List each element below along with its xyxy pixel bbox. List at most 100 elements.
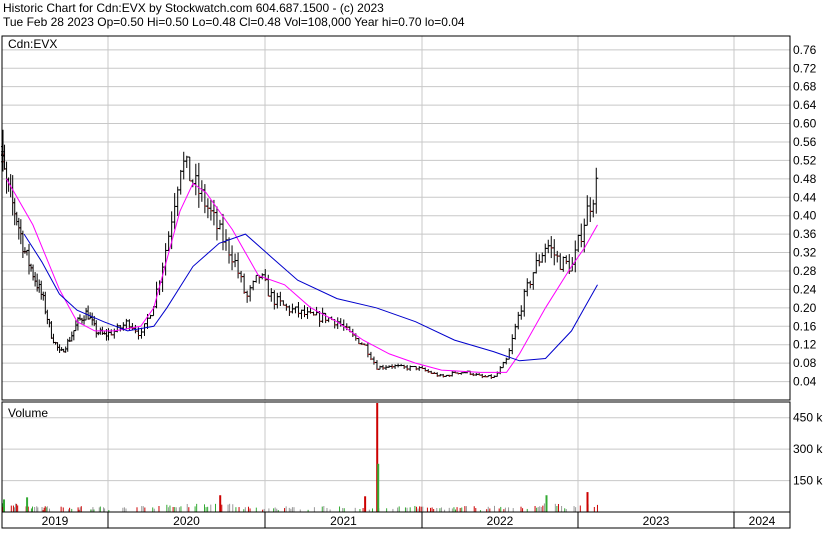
ohlc-bar: [242, 273, 247, 294]
ohlc-bar: [546, 239, 551, 254]
volume-tick-label: 450 k: [793, 411, 823, 425]
volume-bars: [2, 403, 598, 512]
ohlc-bar: [591, 199, 596, 218]
ohlc-bar: [543, 243, 548, 263]
price-tick-label: 0.76: [793, 43, 817, 57]
ohlc-bar: [4, 161, 9, 194]
ohlc-bar: [302, 305, 307, 318]
price-grid: [2, 36, 790, 400]
year-label: 2022: [487, 514, 514, 528]
ohlc-bar: [582, 218, 587, 253]
ohlc-bar: [251, 280, 256, 291]
ohlc-bar: [576, 234, 581, 253]
volume-panel-frame: [1, 401, 791, 513]
ohlc-bar: [220, 213, 225, 251]
ohlc-bar: [71, 330, 76, 341]
ohlc-bar: [77, 314, 82, 321]
ohlc-bar: [90, 312, 95, 326]
ohlc-bar: [208, 199, 213, 221]
price-tick-label: 0.32: [793, 246, 817, 260]
ohlc-bar: [534, 252, 539, 274]
ohlc-bar: [266, 274, 271, 297]
ohlc-bar: [393, 364, 398, 369]
ohlc-bar: [10, 175, 15, 216]
ohlc-bar: [106, 328, 111, 341]
year-axis-frame: [1, 511, 791, 529]
ohlc-bar: [193, 163, 198, 196]
price-tick-label: 0.64: [793, 98, 817, 112]
ohlc-bar: [35, 273, 40, 292]
ohlc-bar: [269, 288, 274, 302]
ohlc-bar: [139, 327, 144, 339]
ohlc-bar: [540, 252, 545, 263]
price-tick-label: 0.40: [793, 209, 817, 223]
volume-grid: [2, 402, 790, 512]
price-tick-label: 0.56: [793, 135, 817, 149]
ohlc-bar: [236, 252, 241, 279]
ohlc-bar: [112, 328, 117, 339]
ohlc-bar: [414, 365, 419, 371]
ohlc-bar: [45, 309, 50, 325]
moving-average-short: [5, 178, 598, 373]
chart-frames: [1, 35, 791, 529]
price-tick-label: 0.36: [793, 227, 817, 241]
ohlc-bar: [299, 309, 304, 320]
ohlc-bar: [522, 289, 527, 317]
ohlc-bar: [69, 331, 74, 342]
price-tick-label: 0.12: [793, 338, 817, 352]
ohlc-bar: [49, 321, 54, 339]
ohlc-bar: [31, 264, 36, 281]
ohlc-bar: [296, 301, 301, 318]
ohlc-bar: [14, 211, 19, 226]
price-tick-label: 0.60: [793, 117, 817, 131]
ohlc-bar: [181, 151, 186, 180]
ohlc-bar: [175, 186, 180, 216]
ohlc-bar: [594, 167, 599, 214]
year-ticks: [107, 512, 735, 528]
ohlc-bar: [33, 272, 38, 287]
ohlc-bar: [245, 290, 250, 303]
year-label: 2019: [42, 514, 69, 528]
year-label: 2020: [173, 514, 200, 528]
ohlc-bar: [196, 162, 201, 208]
ohlc-bar: [59, 347, 64, 351]
year-label: 2024: [749, 514, 776, 528]
ohlc-bar: [564, 255, 569, 265]
ohlc-bar: [142, 323, 147, 336]
price-tick-label: 0.72: [793, 61, 817, 75]
ohlc-bar: [305, 307, 310, 319]
price-tick-label: 0.52: [793, 153, 817, 167]
ohlc-bar: [230, 245, 235, 271]
ohlc-bar: [417, 366, 422, 371]
ohlc-bar: [588, 197, 593, 223]
ohlc-bar: [585, 195, 590, 226]
ohlc-bar: [39, 280, 44, 300]
ohlc-bar: [549, 236, 554, 259]
ohlc-bar: [525, 278, 530, 297]
price-tick-label: 0.04: [793, 375, 817, 389]
price-axis-labels: 0.76 0.72 0.68 0.64 0.60 0.56 0.52 0.48 0.44 0.40…: [793, 43, 817, 389]
ohlc-bar: [573, 240, 578, 273]
volume-tick-label: 150 k: [793, 474, 823, 488]
year-axis-labels: 2019 2020 2021 2022 2023 2024: [42, 514, 776, 528]
price-tick-label: 0.16: [793, 319, 817, 333]
ohlc-bar: [96, 331, 101, 336]
ohlc-bar: [184, 155, 189, 168]
ohlc-bar: [254, 274, 259, 283]
ohlc-bar: [43, 291, 48, 315]
ohlc-bar: [405, 364, 410, 371]
ohlc-bar: [287, 305, 292, 316]
price-tick-label: 0.28: [793, 264, 817, 278]
volume-panel-title: Volume: [8, 406, 48, 420]
price-tick-label: 0.68: [793, 80, 817, 94]
price-tick-label: 0.44: [793, 190, 817, 204]
year-label: 2023: [643, 514, 670, 528]
ohlc-bar: [531, 272, 536, 290]
ohlc-bar: [558, 253, 563, 270]
ohlc-bar: [374, 360, 379, 370]
price-chart: 0.76 0.72 0.68 0.64 0.60 0.56 0.52 0.48 0.44 0.40…: [1, 35, 823, 529]
ohlc-bar: [18, 219, 23, 245]
price-panel-title: Cdn:EVX: [8, 37, 57, 51]
ohlc-bar: [579, 223, 584, 248]
ohlc-bar: [41, 291, 46, 301]
